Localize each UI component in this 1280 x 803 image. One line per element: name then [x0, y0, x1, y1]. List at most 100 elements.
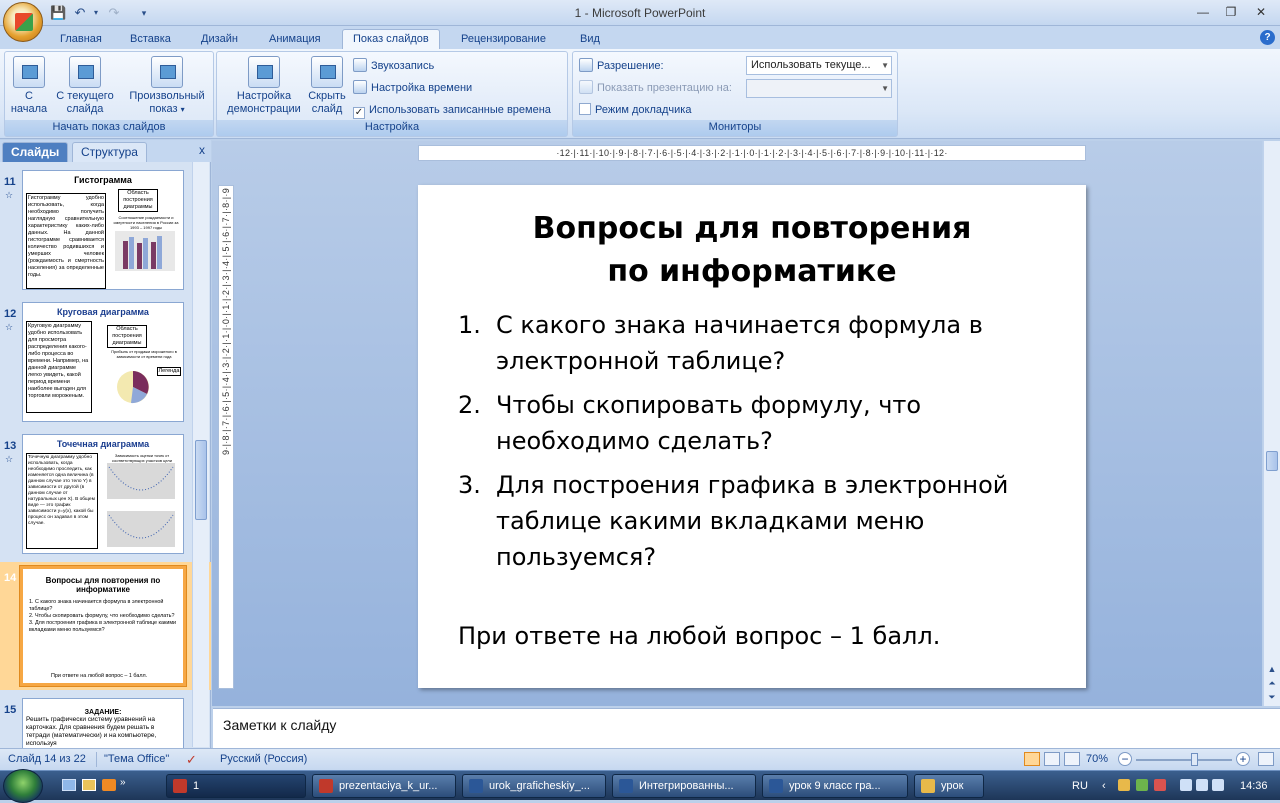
- next-slide-icon[interactable]: ⏷: [1264, 689, 1280, 705]
- slide-pane-scrollbar[interactable]: [192, 162, 209, 747]
- start-button[interactable]: [3, 769, 43, 803]
- fit-to-window-icon[interactable]: [1258, 752, 1274, 766]
- network-icon[interactable]: [1180, 779, 1192, 791]
- tab-outline[interactable]: Структура: [72, 142, 147, 162]
- taskbar-item[interactable]: prezentaciya_k_ur...: [312, 774, 456, 798]
- thumb-question: 1. С какого знака начинается формула в э…: [29, 599, 164, 612]
- scrollbar-thumb[interactable]: [195, 440, 207, 520]
- slide-thumb-12[interactable]: Круговая диаграмма Круговую диаграмму уд…: [22, 302, 184, 422]
- slide[interactable]: Вопросы для повторения по информатике 1.…: [418, 185, 1086, 688]
- scrollbar-thumb[interactable]: [1266, 451, 1278, 471]
- thumb-number: 15: [4, 704, 17, 716]
- setup-show-button[interactable]: Настройка демонстрации: [221, 56, 307, 116]
- show-on-text: Показать презентацию на:: [597, 82, 732, 94]
- thumb-callout: Область построения диаграммы: [118, 189, 158, 212]
- quicklaunch-overflow-icon[interactable]: »: [120, 777, 126, 788]
- spellcheck-icon[interactable]: ✓: [186, 749, 197, 770]
- slide-question-list[interactable]: 1. С какого знака начинается формула в э…: [458, 307, 1058, 583]
- tray-app-icon[interactable]: [1118, 779, 1130, 791]
- thumb-footer: При ответе на любой вопрос – 1 балл.: [51, 673, 148, 679]
- resolution-select[interactable]: Использовать текуще... ▼: [746, 56, 892, 75]
- record-narration-button[interactable]: Звукозапись: [353, 57, 434, 75]
- zoom-slider[interactable]: [1136, 759, 1232, 761]
- taskbar-item[interactable]: урок: [914, 774, 984, 798]
- security-icon[interactable]: [1196, 779, 1208, 791]
- tray-warning-icon[interactable]: [1154, 779, 1166, 791]
- normal-view-icon[interactable]: [1024, 752, 1040, 766]
- app-icon: [619, 779, 633, 793]
- thumb-question-text: Чтобы скопировать формулу, что необходим…: [35, 613, 175, 619]
- tab-view[interactable]: Вид: [570, 30, 610, 50]
- group-setup: Настройка демонстрации Скрыть слайд Звук…: [216, 51, 568, 137]
- tab-review[interactable]: Рецензирование: [451, 30, 556, 50]
- notes-pane[interactable]: Заметки к слайду: [213, 708, 1280, 748]
- ribbon-tabs: Главная Вставка Дизайн Анимация Показ сл…: [0, 26, 1280, 51]
- taskbar-item[interactable]: 1: [166, 774, 306, 798]
- slide-title[interactable]: Вопросы для повторения по информатике: [418, 207, 1086, 293]
- tab-slides[interactable]: Слайды: [2, 142, 69, 162]
- presenter-view-checkbox[interactable]: Режим докладчика: [579, 101, 691, 119]
- use-timings-checkbox[interactable]: ✓ Использовать записанные времена: [353, 101, 551, 119]
- horizontal-ruler: ·12·|·11·|·10·|·9·|·8·|·7·|·6·|·5·|·4·|·…: [418, 145, 1086, 161]
- tab-slideshow[interactable]: Показ слайдов: [342, 29, 440, 51]
- theme-name[interactable]: "Тема Office": [104, 749, 169, 770]
- tray-expand-icon[interactable]: ‹: [1102, 771, 1106, 801]
- taskbar-item[interactable]: Интегрированны...: [612, 774, 756, 798]
- question-item: 2. Чтобы скопировать формулу, что необхо…: [458, 387, 1058, 459]
- clock[interactable]: 14:36: [1240, 771, 1268, 801]
- zoom-out-icon[interactable]: −: [1118, 752, 1132, 766]
- close-icon[interactable]: x: [199, 143, 205, 157]
- app-icon: [173, 779, 187, 793]
- tray-antivirus-icon[interactable]: [1136, 779, 1148, 791]
- help-icon[interactable]: ?: [1260, 30, 1275, 45]
- slide-footer-text[interactable]: При ответе на любой вопрос – 1 балл.: [458, 622, 940, 650]
- hide-slide-button[interactable]: Скрыть слайд: [305, 56, 349, 116]
- thumb-text: Решить графически систему уравнений на к…: [26, 716, 157, 747]
- slide-thumb-13[interactable]: Точечная диаграмма Точечную диаграмму уд…: [22, 434, 184, 554]
- slide-scrollbar[interactable]: ▲ ⏶ ⏷: [1263, 141, 1280, 706]
- from-current-button[interactable]: С текущего слайда: [53, 56, 117, 116]
- slide-sorter-icon[interactable]: [1044, 752, 1060, 766]
- zoom-level[interactable]: 70%: [1086, 749, 1108, 770]
- thumb-callout: Область построения диаграммы: [107, 325, 147, 348]
- input-language[interactable]: RU: [1072, 771, 1088, 801]
- volume-icon[interactable]: [1212, 779, 1224, 791]
- question-line: Для построения графика в электронной: [496, 471, 1009, 499]
- taskbar-item[interactable]: urok_graficheskiy_...: [462, 774, 606, 798]
- setup-show-label-1: Настройка: [236, 90, 292, 102]
- group-label-setup: Настройка: [217, 120, 567, 136]
- tab-design[interactable]: Дизайн: [191, 30, 248, 50]
- from-beginning-button[interactable]: С начала: [9, 56, 49, 116]
- from-beginning-label-1: С: [25, 90, 33, 102]
- custom-show-button[interactable]: Произвольный показ ▾: [123, 56, 211, 116]
- thumb-title: Вопросы для повторения по информатике: [45, 576, 161, 594]
- app-icon: [469, 779, 483, 793]
- taskbar-item-label: prezentaciya_k_ur...: [339, 780, 438, 792]
- tab-home[interactable]: Главная: [50, 30, 112, 50]
- rehearse-timings-button[interactable]: Настройка времени: [353, 79, 472, 97]
- media-player-icon[interactable]: [102, 779, 116, 791]
- restore-icon[interactable]: ❐: [1220, 3, 1242, 21]
- group-monitors: Разрешение: Использовать текуще... ▼ Пока…: [572, 51, 898, 137]
- language-status[interactable]: Русский (Россия): [220, 749, 307, 770]
- minimize-icon[interactable]: —: [1192, 3, 1214, 21]
- zoom-slider-thumb[interactable]: [1190, 753, 1198, 766]
- slide-thumb-11[interactable]: Гистограмма Гистограмму удобно использов…: [22, 170, 184, 290]
- explorer-icon[interactable]: [82, 779, 96, 791]
- taskbar: » 1 prezentaciya_k_ur... urok_graficheskiy…: [0, 769, 1280, 803]
- slide-thumb-14[interactable]: Вопросы для повторения по информатике 1.…: [20, 566, 186, 686]
- slideshow-view-icon[interactable]: [1064, 752, 1080, 766]
- taskbar-item-label: урок 9 класс гра...: [789, 780, 881, 792]
- slide-thumb-15[interactable]: ЗАДАНИЕ: Решить графически систему уравн…: [22, 698, 184, 748]
- pane-tabs: Слайды Структура x: [0, 140, 211, 162]
- zoom-in-icon[interactable]: +: [1236, 752, 1250, 766]
- group-label-monitors: Мониторы: [573, 120, 897, 136]
- show-desktop-icon[interactable]: [62, 779, 76, 791]
- thumb-title: Точечная диаграмма: [56, 439, 150, 449]
- resolution-text: Разрешение:: [597, 60, 664, 72]
- close-icon[interactable]: ✕: [1250, 3, 1272, 21]
- taskbar-item[interactable]: урок 9 класс гра...: [762, 774, 908, 798]
- tab-animation[interactable]: Анимация: [259, 30, 331, 50]
- office-button[interactable]: [3, 2, 43, 42]
- tab-insert[interactable]: Вставка: [120, 30, 181, 50]
